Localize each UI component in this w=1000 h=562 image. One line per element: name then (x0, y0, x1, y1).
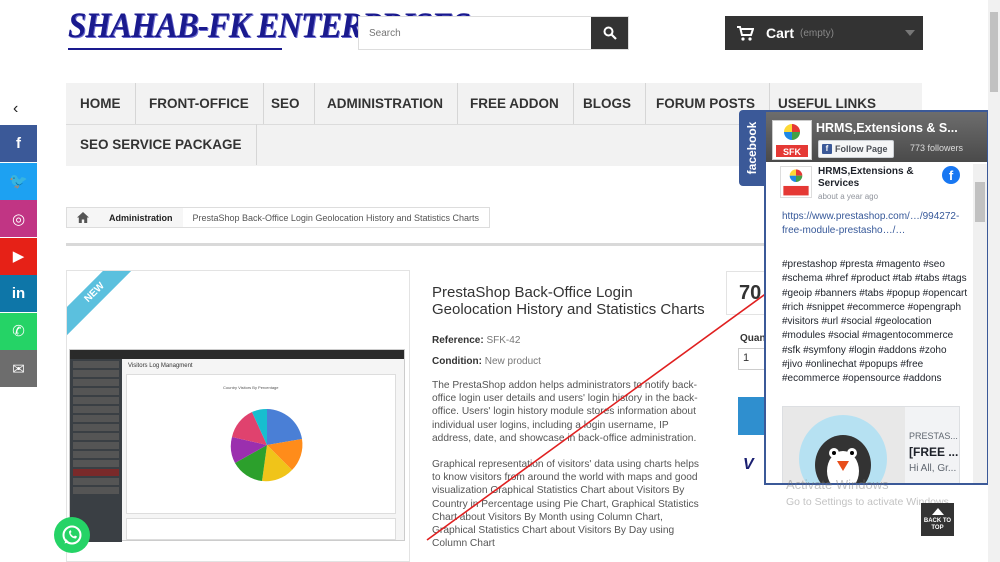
cart-label: Cart (766, 25, 795, 41)
facebook-page-widget: SFK HRMS,Extensions & S... f Follow Page … (764, 110, 989, 485)
facebook-icon[interactable]: f (942, 166, 960, 184)
instagram-icon[interactable]: ◎ (0, 200, 37, 237)
chevron-left-icon[interactable]: ‹ (13, 100, 18, 118)
screenshot-chart-title: Country Visitors By Percentage (223, 385, 279, 390)
screenshot-title: Visitors Log Managment (128, 363, 193, 369)
post-avatar[interactable] (780, 166, 812, 198)
cart-button[interactable]: Cart (empty) (725, 16, 923, 50)
twitter-icon[interactable]: 🐦 (0, 162, 37, 200)
nav-item-seo[interactable]: SEO (257, 83, 315, 124)
new-badge: NEW (67, 271, 138, 336)
whatsapp-icon (62, 525, 82, 545)
facebook-tab-label: facebook (745, 121, 759, 175)
whatsapp-chat-button[interactable] (54, 517, 90, 553)
whatsapp-icon[interactable]: ✆ (0, 312, 37, 350)
svg-text:SFK: SFK (783, 147, 802, 157)
nav-item-front-office[interactable]: FRONT-OFFICE (135, 83, 264, 124)
follow-page-button[interactable]: f Follow Page (818, 140, 894, 158)
puffin-logo-icon (799, 415, 887, 483)
facebook-small-icon: f (822, 144, 832, 154)
search-icon (603, 26, 617, 40)
link-preview-image (783, 407, 905, 483)
nav-item-blogs[interactable]: BLOGS (569, 83, 647, 124)
breadcrumb-category[interactable]: Administration (99, 208, 183, 227)
back-to-top-label: BACK TO TOP (923, 518, 952, 531)
arrow-up-icon (931, 508, 944, 515)
breadcrumb-home[interactable] (67, 208, 99, 227)
link-preview-subtitle: Hi All, Gr... (909, 463, 957, 474)
post-time[interactable]: about a year ago (818, 192, 878, 201)
visa-logo: V (743, 456, 754, 473)
page-name[interactable]: HRMS,Extensions & S... (816, 121, 984, 135)
facebook-cover: SFK HRMS,Extensions & S... f Follow Page … (766, 112, 987, 162)
page-scrollbar[interactable] (988, 0, 1000, 562)
followers-count: 773 followers (910, 143, 964, 153)
condition-label: Condition: (432, 356, 482, 367)
link-preview-site: PRESTAS... (909, 431, 958, 441)
product-screenshot: Visitors Log Managment Country Visitors … (69, 349, 405, 542)
nav-item-free-addon[interactable]: FREE ADDON (456, 83, 574, 124)
linkedin-icon[interactable]: in (0, 275, 37, 312)
follow-label: Follow Page (835, 144, 888, 154)
pie-chart-thumbnail (230, 408, 303, 482)
logo-underline (68, 48, 282, 50)
reference-value: SFK-42 (486, 335, 521, 346)
chevron-down-icon (905, 30, 915, 36)
facebook-tab[interactable]: facebook (739, 110, 765, 186)
youtube-icon[interactable]: ▶ (0, 237, 37, 275)
cart-status: (empty) (800, 27, 834, 39)
product-reference: Reference: SFK-42 (432, 335, 520, 346)
nav-item-seo-service-package[interactable]: SEO SERVICE PACKAGE (66, 124, 257, 165)
search-button[interactable] (591, 17, 628, 49)
product-description-2: Graphical representation of visitors' da… (432, 459, 699, 550)
product-description-1: The PrestaShop addon helps administrator… (432, 380, 698, 444)
link-preview-title: [FREE ... (909, 445, 959, 459)
condition-value: New product (484, 356, 541, 367)
post-hashtags[interactable]: #prestashop #presta #magento #seo #schem… (782, 258, 968, 387)
page-avatar[interactable]: SFK (772, 120, 812, 160)
product-condition: Condition: New product (432, 356, 541, 367)
page: SHAHAB-FK ENTERPRISES Cart (empty) HOME … (0, 0, 1000, 562)
search-input[interactable] (359, 17, 591, 49)
quantity-label: Quan (740, 333, 766, 344)
product-title: PrestaShop Back-Office Login Geolocation… (432, 284, 705, 318)
activate-windows-title: Activate Windows (786, 477, 889, 492)
link-preview-card[interactable]: PRESTAS... [FREE ... Hi All, Gr... (782, 406, 960, 483)
nav-item-administration[interactable]: ADMINISTRATION (313, 83, 458, 124)
nav-item-home[interactable]: HOME (66, 83, 136, 124)
home-icon (77, 212, 89, 223)
facebook-scrollbar[interactable] (973, 164, 987, 483)
breadcrumb: Administration PrestaShop Back-Office Lo… (66, 207, 490, 228)
shopping-cart-icon (737, 25, 754, 41)
sfk-logo-icon: SFK (776, 124, 808, 157)
divider (66, 243, 766, 246)
product-price: 70 (726, 271, 766, 315)
breadcrumb-current: PrestaShop Back-Office Login Geolocation… (192, 212, 479, 223)
post-link[interactable]: https://www.prestashop.com/…/994272-free… (782, 210, 962, 237)
post-author[interactable]: HRMS,Extensions & Services (818, 166, 948, 190)
sfk-logo-icon (783, 169, 809, 196)
facebook-icon[interactable]: f (0, 125, 37, 162)
product-image[interactable]: NEW Visitors Log Managment Country Visit… (66, 270, 410, 562)
back-to-top-button[interactable]: BACK TO TOP (921, 503, 954, 536)
email-icon[interactable]: ✉ (0, 350, 37, 387)
facebook-post: HRMS,Extensions & Services about a year … (766, 164, 973, 483)
reference-label: Reference: (432, 335, 484, 346)
search-bar (358, 16, 629, 50)
